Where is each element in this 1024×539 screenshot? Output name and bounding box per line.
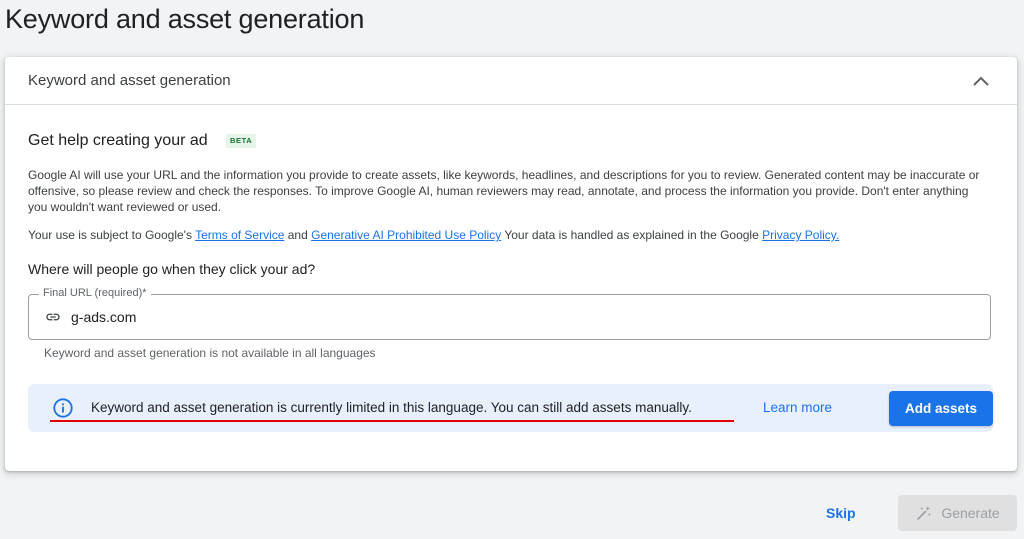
generate-button[interactable]: Generate — [898, 495, 1017, 531]
terms-middle: Your data is handled as explained in the… — [501, 228, 763, 242]
terms-text: Your use is subject to Google's Terms of… — [28, 227, 988, 243]
generate-label: Generate — [941, 505, 1000, 521]
notice-text: Keyword and asset generation is currentl… — [91, 400, 692, 415]
ai-disclaimer: Google AI will use your URL and the info… — [28, 168, 980, 214]
url-question: Where will people go when they click you… — [28, 261, 316, 277]
terms-and: and — [284, 228, 312, 242]
card-header[interactable]: Keyword and asset generation — [5, 57, 1017, 105]
keyword-asset-card: Keyword and asset generation Get help cr… — [5, 57, 1017, 471]
terms-of-service-link[interactable]: Terms of Service — [195, 228, 284, 242]
info-icon — [53, 398, 73, 418]
magic-wand-icon — [917, 506, 932, 520]
help-title: Get help creating your ad — [28, 132, 208, 149]
red-underline-annotation — [50, 420, 734, 422]
language-helper-text: Keyword and asset generation is not avai… — [44, 346, 376, 360]
card-header-title: Keyword and asset generation — [28, 72, 231, 89]
beta-badge: BETA — [226, 134, 257, 148]
add-assets-button[interactable]: Add assets — [889, 391, 993, 426]
link-icon — [46, 313, 60, 321]
page-title: Keyword and asset generation — [5, 4, 365, 34]
privacy-policy-link[interactable]: Privacy Policy. — [762, 228, 839, 242]
final-url-input[interactable] — [71, 309, 951, 325]
learn-more-link[interactable]: Learn more — [763, 400, 832, 415]
terms-prefix: Your use is subject to Google's — [28, 228, 196, 242]
prohibited-use-policy-link[interactable]: Generative AI Prohibited Use Policy — [311, 228, 501, 242]
language-notice: Keyword and asset generation is currentl… — [28, 384, 993, 432]
skip-button[interactable]: Skip — [826, 505, 856, 521]
final-url-label: Final URL (required)* — [39, 287, 151, 299]
final-url-field[interactable]: Final URL (required)* — [28, 287, 991, 340]
collapse-button[interactable] — [967, 67, 995, 95]
chevron-up-icon — [973, 76, 989, 86]
